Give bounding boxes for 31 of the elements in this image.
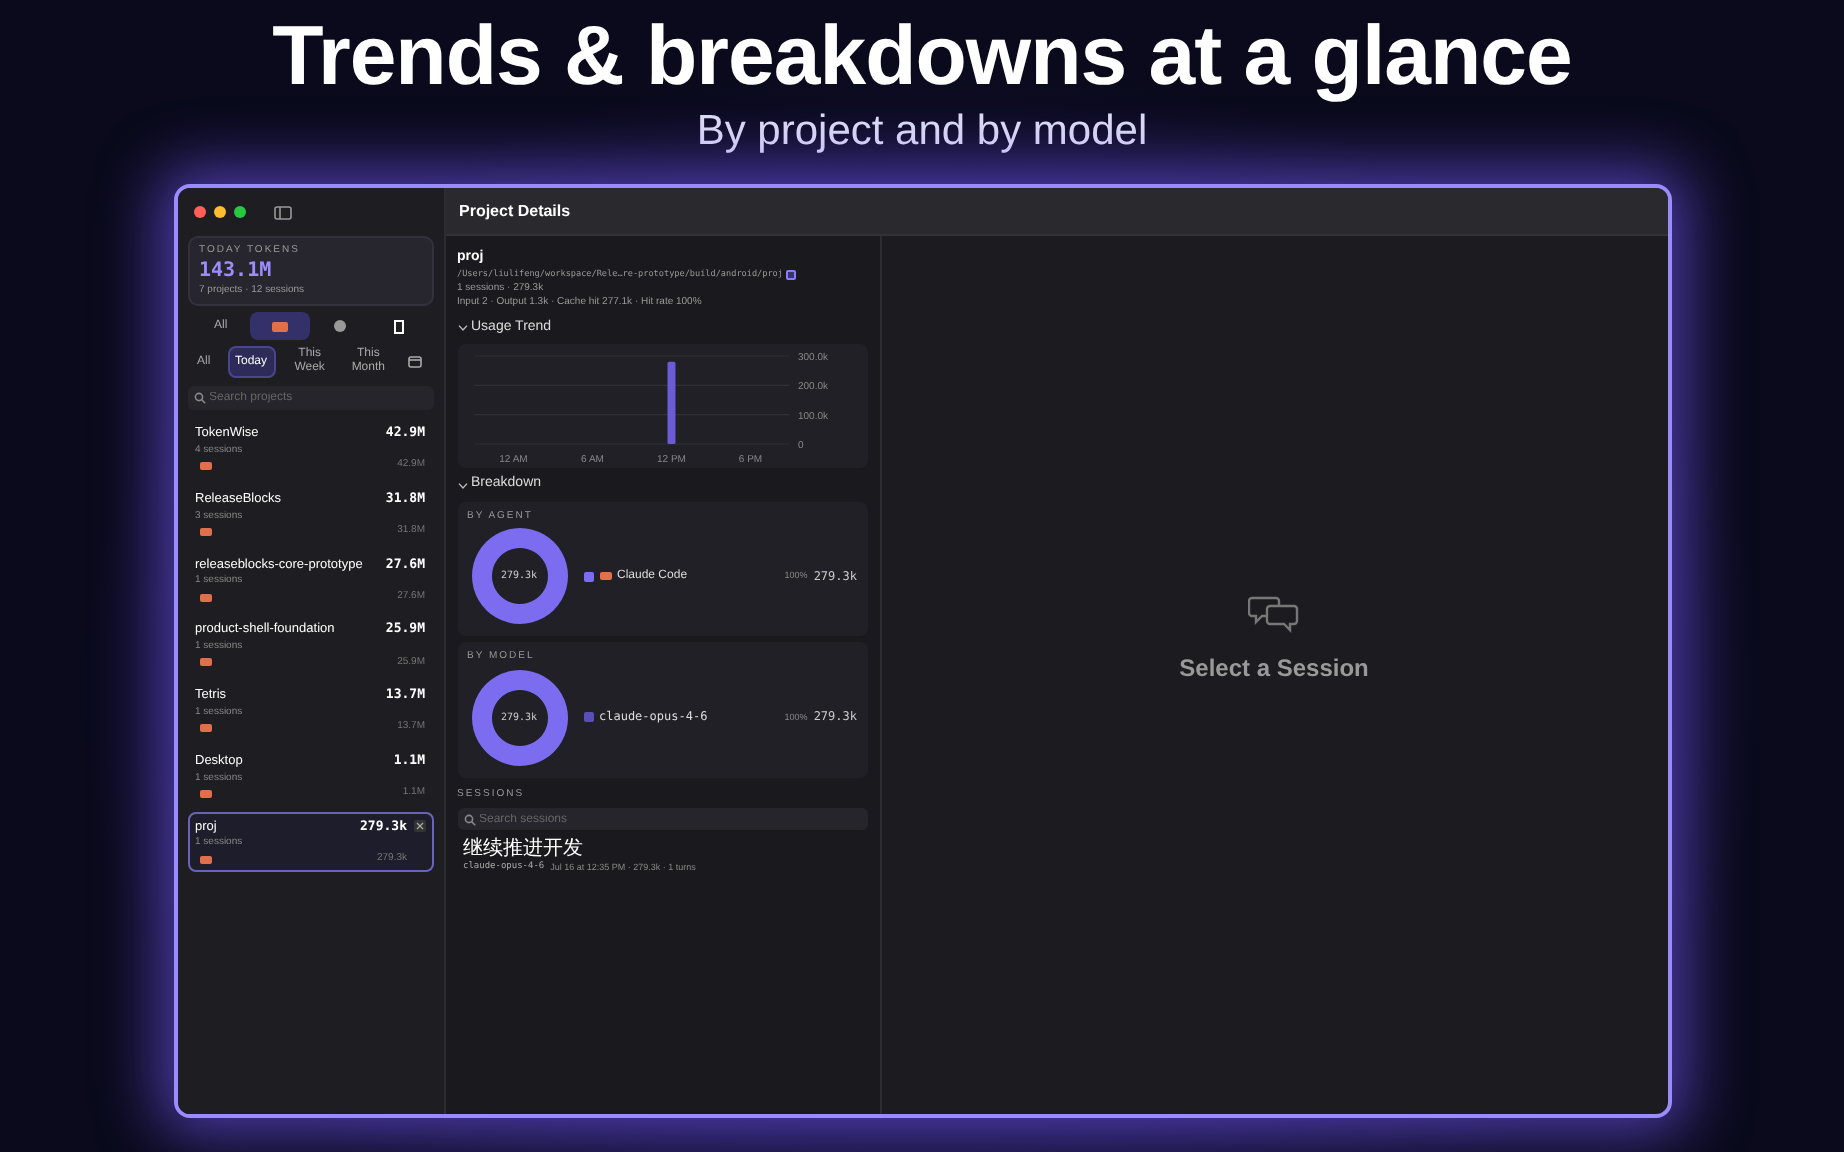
sidebar-toggle-icon[interactable] xyxy=(273,205,291,219)
copy-icon[interactable] xyxy=(786,270,797,281)
chevron-icon[interactable] xyxy=(457,481,467,490)
calendar-icon xyxy=(408,356,423,368)
agent-icon xyxy=(199,724,211,732)
close-window-button[interactable] xyxy=(193,206,205,218)
agent-icon xyxy=(199,658,211,667)
agent-icon xyxy=(199,527,211,536)
headline: Trends & breakdowns at a glance xyxy=(272,8,1572,104)
agent-icon xyxy=(272,321,289,331)
chart-bar xyxy=(666,362,675,445)
subtitle: By project and by model xyxy=(696,106,1148,158)
minimize-window-button[interactable] xyxy=(213,206,225,218)
agent-icon xyxy=(199,789,211,798)
close-icon[interactable] xyxy=(413,820,425,833)
agent-icon xyxy=(599,572,611,581)
search-icon xyxy=(463,813,475,826)
agent-icon xyxy=(199,462,211,470)
maximize-window-button[interactable] xyxy=(233,206,245,218)
search-icon xyxy=(193,392,205,404)
chevron-icon[interactable] xyxy=(457,324,467,333)
donut-ring-drawing xyxy=(467,524,571,629)
square-icon xyxy=(394,319,405,333)
session-title: 继续推进开发 xyxy=(463,838,585,861)
empty-state-title: Select a Session xyxy=(1179,651,1369,685)
chat-bubbles-icon xyxy=(1248,593,1300,633)
summary-value: 143.1M xyxy=(199,259,274,283)
agent-icon xyxy=(199,593,211,601)
agent-icon xyxy=(199,855,211,863)
donut-ring-drawing xyxy=(467,665,571,770)
window-title: Project Details xyxy=(459,199,571,223)
